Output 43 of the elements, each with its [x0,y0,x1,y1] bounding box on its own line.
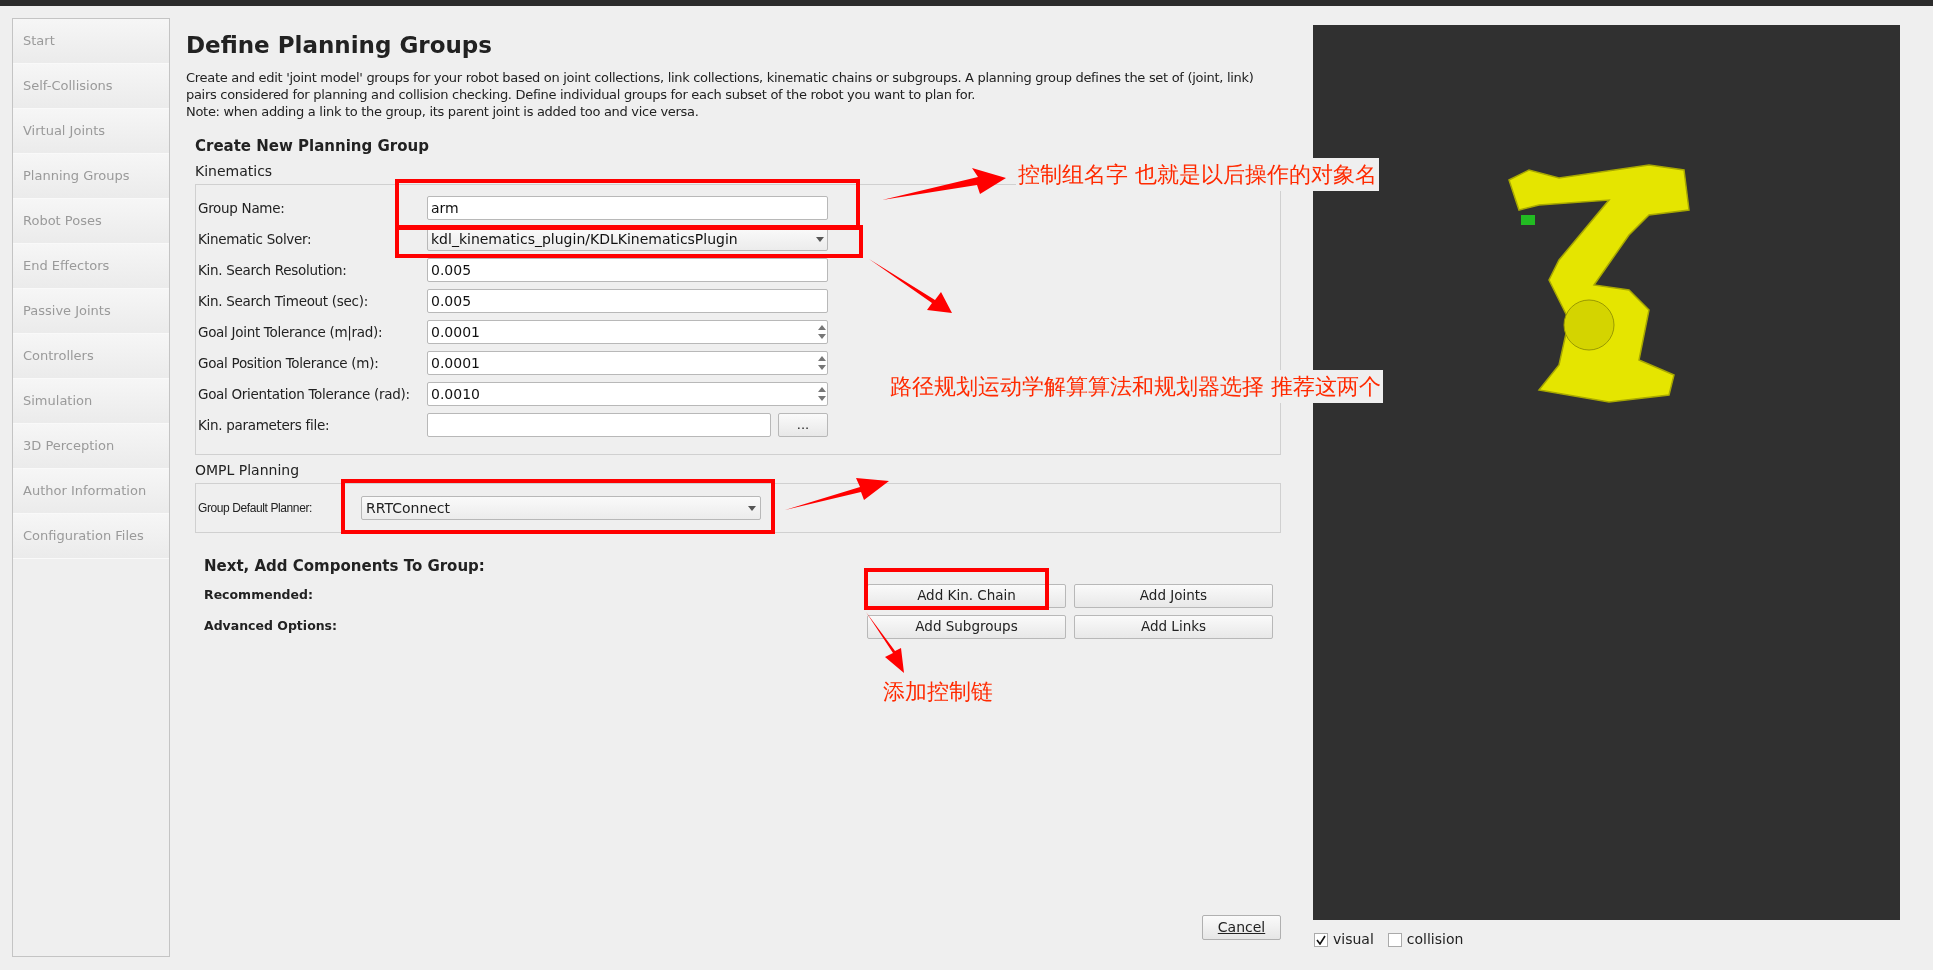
spin-box[interactable]: 0.0001 [427,351,828,375]
input-field[interactable]: 0.005 [427,258,828,282]
spin-box[interactable]: 0.0010 [427,382,828,406]
field-label: Goal Orientation Tolerance (rad): [198,384,411,404]
action-button[interactable]: Add Kin. Chain [867,583,1066,608]
cancel-button[interactable]: Cancel [1202,914,1281,940]
section-title: Create New Planning Group [195,135,429,157]
action-button[interactable]: Add Subgroups [867,614,1066,639]
browse-button[interactable]: ... [778,413,828,437]
description: Create and edit 'joint model' groups for your robot based on joint collections, link collections, kinematic chains or subgroups. A planning group defines the set of (joint, link) pairs considered for planning and collision checking. Define individual groups for each subset of the robot you want to plan for. [186,68,1255,103]
row-label: Advanced Options: [204,617,339,636]
annotation-text: 添加控制链 [883,678,993,706]
field-label: Goal Joint Tolerance (m|rad): [198,322,384,343]
checkbox[interactable] [1314,932,1328,947]
arrow [866,612,904,673]
note: Note: when adding a link to the group, its parent joint is added too and vice versa. [186,102,700,120]
field-label: Kinematic Solver: [198,229,313,249]
spin-box[interactable]: 0.0001 [427,320,828,344]
annotation-text: 路径规划运动学解算算法和规划器选择 推荐这两个 [888,370,1383,403]
check-icon [1316,934,1326,945]
checkbox[interactable] [1387,932,1402,947]
field-label: Kin. Search Resolution: [198,260,348,280]
annotation-text: 控制组名字 也就是以后操作的对象名 [1016,158,1379,191]
checkbox-label: visual [1333,930,1374,949]
group-title: OMPL Planning [195,461,300,480]
field-label: Goal Position Tolerance (m): [198,353,380,373]
caret-icon [748,505,756,511]
caret-icon [816,236,824,242]
action-button[interactable]: Add Joints [1074,583,1273,608]
field-label: Kin. parameters file: [198,415,331,435]
page-title: Define Planning Groups [186,31,493,60]
row-label: Recommended: [204,586,314,605]
section-title: Next, Add Components To Group: [204,556,485,577]
action-button[interactable]: Add Links [1074,614,1273,639]
checkbox-label: collision [1406,930,1464,949]
field-label: Group Name: [198,198,286,218]
dropdown[interactable]: RRTConnect [361,496,761,520]
input-field[interactable] [427,413,771,437]
input-field[interactable]: 0.005 [427,289,828,313]
input-field[interactable]: arm [427,196,828,220]
field-label: Group Default Planner: [198,500,313,517]
field-label: Kin. Search Timeout (sec): [198,291,369,311]
group-title: Kinematics [195,162,273,181]
